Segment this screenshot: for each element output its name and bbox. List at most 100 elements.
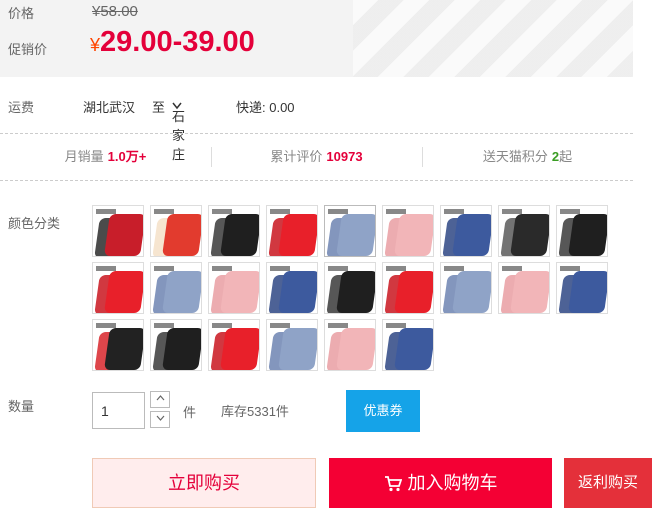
color-swatch[interactable] [324, 262, 376, 314]
swatch-image [162, 328, 201, 370]
swatch-image [444, 266, 464, 271]
swatch-image [510, 214, 549, 256]
currency-symbol: ¥ [90, 35, 101, 55]
quantity-label: 数量 [8, 399, 35, 414]
color-swatch[interactable] [150, 262, 202, 314]
shipping-row: 运费 湖北武汉 至 石家庄 快递: 0.00 [0, 88, 633, 162]
color-swatch[interactable] [92, 262, 144, 314]
monthly-sales-value: 1.0万+ [107, 149, 147, 164]
chevron-down-icon [156, 415, 164, 421]
color-swatch[interactable] [440, 262, 492, 314]
monthly-sales-label: 月销量 [64, 149, 104, 164]
color-swatch[interactable] [382, 205, 434, 257]
swatch-image [336, 271, 375, 313]
swatch-image [502, 266, 522, 271]
stats-row: 月销量 1.0万+ 累计评价 10973 送天猫积分 2起 [0, 135, 633, 181]
swatch-image [560, 266, 580, 271]
swatch-image [270, 266, 290, 271]
price-panel: 价格 ¥58.00 促销价 ¥29.00-39.00 [0, 0, 633, 77]
swatch-image [220, 214, 259, 256]
color-swatch[interactable] [92, 205, 144, 257]
monthly-sales: 月销量 1.0万+ [0, 135, 211, 180]
swatch-image [220, 271, 259, 313]
rebate-buy-button[interactable]: 返利购买 [564, 458, 652, 508]
quantity-input[interactable] [92, 392, 145, 429]
color-swatch[interactable] [382, 262, 434, 314]
color-swatch[interactable] [556, 205, 608, 257]
color-swatch[interactable] [92, 319, 144, 371]
color-swatch[interactable] [208, 205, 260, 257]
swatch-image [220, 328, 259, 370]
swatch-image [212, 209, 232, 214]
coupon-button[interactable]: 优惠券 [346, 390, 420, 432]
swatch-image [336, 214, 375, 256]
swatch-image [278, 328, 317, 370]
color-swatch[interactable] [266, 262, 318, 314]
destination-select[interactable]: 石家庄 [172, 97, 185, 162]
swatch-image [510, 271, 549, 313]
express-fee: 快递: 0.00 [236, 100, 295, 115]
swatch-image [394, 328, 433, 370]
color-swatch[interactable] [208, 262, 260, 314]
swatch-image [328, 323, 348, 328]
swatch-image [212, 323, 232, 328]
swatch-image [96, 323, 116, 328]
color-swatch[interactable] [266, 319, 318, 371]
swatch-image [568, 271, 607, 313]
swatch-image [154, 209, 174, 214]
swatch-image [154, 266, 174, 271]
color-swatch[interactable] [324, 205, 376, 257]
swatch-image [444, 209, 464, 214]
color-swatch[interactable] [556, 262, 608, 314]
color-label: 颜色分类 [8, 216, 61, 231]
quantity-decrease-button[interactable] [150, 411, 170, 428]
reviews-value: 10973 [326, 149, 363, 164]
swatch-image [104, 271, 143, 313]
points-label: 送天猫积分 [482, 149, 548, 164]
color-swatch[interactable] [208, 319, 260, 371]
reviews[interactable]: 累计评价 10973 [211, 135, 422, 180]
swatch-image [386, 209, 406, 214]
swatch-image [96, 266, 116, 271]
color-swatch[interactable] [382, 319, 434, 371]
stock-count: 库存5331件 [221, 404, 289, 419]
color-swatch[interactable] [150, 319, 202, 371]
chevron-up-icon [156, 395, 164, 401]
original-price: ¥58.00 [92, 3, 138, 20]
swatch-image [278, 271, 317, 313]
color-swatch[interactable] [266, 205, 318, 257]
cart-icon [384, 476, 402, 492]
swatch-image [336, 328, 375, 370]
color-swatch[interactable] [150, 205, 202, 257]
points-suffix: 起 [559, 149, 573, 164]
color-swatch[interactable] [498, 262, 550, 314]
swatch-image [162, 271, 201, 313]
ship-to-word: 至 [152, 100, 166, 115]
swatch-image [394, 214, 433, 256]
swatch-image [394, 271, 433, 313]
promo-price-label: 促销价 [8, 42, 48, 57]
original-price-label: 价格 [8, 6, 35, 21]
tmall-points: 送天猫积分 2起 [422, 135, 633, 180]
promo-price-value: 29.00-39.00 [100, 26, 255, 58]
swatch-image [270, 209, 290, 214]
swatch-image [278, 214, 317, 256]
quantity-unit: 件 [183, 405, 197, 420]
swatch-image [452, 271, 491, 313]
color-swatch[interactable] [440, 205, 492, 257]
add-to-cart-label: 加入购物车 [407, 473, 498, 493]
swatch-image [502, 209, 522, 214]
quantity-increase-button[interactable] [150, 391, 170, 408]
swatch-image [270, 323, 290, 328]
add-to-cart-button[interactable]: 加入购物车 [329, 458, 552, 508]
swatch-image [386, 266, 406, 271]
swatch-image [568, 214, 607, 256]
color-swatch[interactable] [498, 205, 550, 257]
swatch-image [104, 328, 143, 370]
swatch-image [162, 214, 201, 256]
buy-now-button[interactable]: 立即购买 [92, 458, 316, 508]
swatch-image [104, 214, 143, 256]
swatch-image [154, 323, 174, 328]
color-swatch[interactable] [324, 319, 376, 371]
swatch-image [96, 209, 116, 214]
